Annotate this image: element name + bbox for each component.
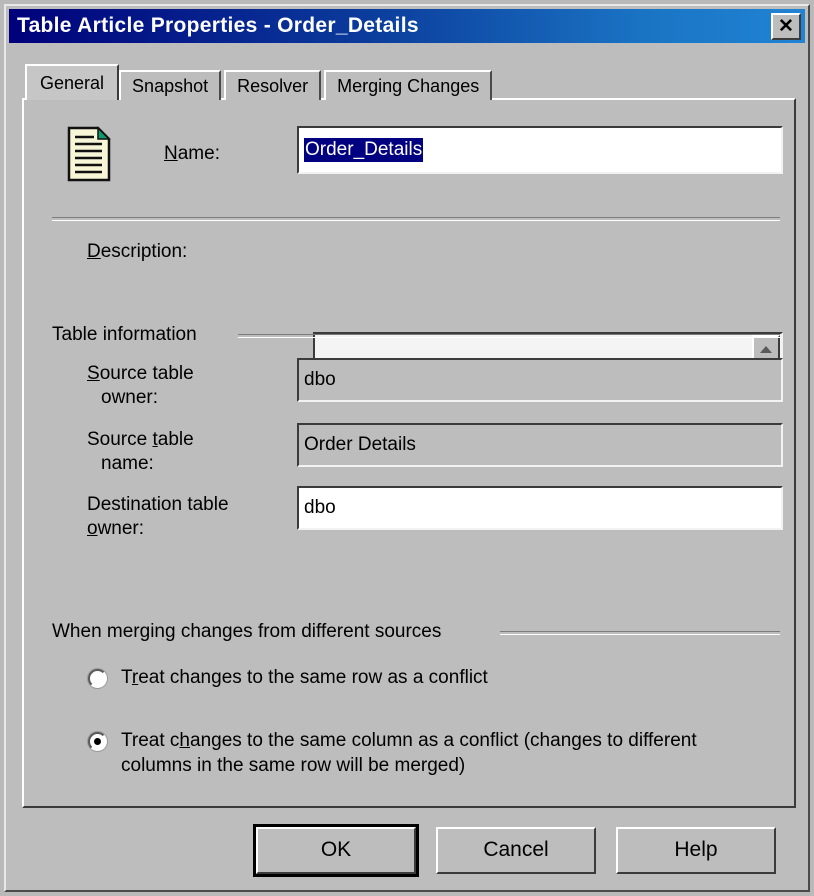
- help-button-label: Help: [674, 838, 718, 861]
- window-title: Table Article Properties - Order_Details: [17, 14, 419, 37]
- scroll-up-triangle: [760, 345, 772, 353]
- destination-table-owner-label-line2: wner:: [97, 517, 145, 539]
- radio-2-accesskey: h: [179, 730, 190, 751]
- radio-same-column-conflict-mark[interactable]: [88, 732, 107, 751]
- description-label-suffix: escription:: [100, 241, 188, 262]
- dialog-button-bar: OK Cancel Help: [6, 820, 812, 880]
- merge-group-title: When merging changes from different sour…: [52, 621, 450, 643]
- name-input-value: Order_Details: [304, 138, 424, 162]
- ok-button-label: OK: [320, 838, 352, 861]
- name-label: Name:: [164, 142, 220, 166]
- tab-snapshot[interactable]: Snapshot: [119, 70, 222, 100]
- destination-table-owner-value: dbo: [304, 497, 336, 518]
- name-separator: [52, 217, 780, 221]
- table-information-group-title: Table information: [52, 324, 205, 346]
- radio-1-pre: T: [121, 667, 132, 688]
- help-button[interactable]: Help: [616, 826, 776, 874]
- radio-same-column-conflict-label: Treat changes to the same column as a co…: [121, 728, 697, 778]
- radio-2-pre: Treat c: [121, 730, 180, 751]
- source-table-name-label: Source table name:: [87, 428, 194, 476]
- tab-strip: General Snapshot Resolver Merging Change…: [25, 64, 495, 100]
- source-table-name-value: Order Details: [304, 434, 416, 455]
- general-tab-panel: Name: Order_Details Description: Table i…: [22, 98, 796, 808]
- cancel-button[interactable]: Cancel: [436, 826, 596, 874]
- radio-1-post: eat changes to the same row as a conflic…: [138, 667, 488, 688]
- cancel-button-label: Cancel: [483, 838, 549, 861]
- tab-snapshot-label: Snapshot: [132, 75, 209, 96]
- source-table-name-label-pre: Source: [87, 429, 153, 450]
- name-label-suffix: ame:: [177, 143, 220, 164]
- tab-merging-changes-label: Merging Changes: [337, 75, 480, 96]
- source-table-name-label-post: able: [157, 429, 194, 450]
- destination-table-owner-label-accesskey: o: [87, 517, 98, 539]
- table-information-group-line: [238, 334, 780, 338]
- tab-resolver[interactable]: Resolver: [224, 70, 322, 100]
- tab-general[interactable]: General: [25, 64, 120, 100]
- source-table-name-field: Order Details: [297, 423, 783, 467]
- name-label-accesskey: N: [164, 143, 178, 164]
- destination-table-owner-label-pre: Destination table: [87, 494, 229, 515]
- close-icon[interactable]: ✕: [771, 12, 801, 40]
- source-table-name-label-line2: name:: [101, 452, 154, 474]
- tab-merging-changes[interactable]: Merging Changes: [324, 70, 493, 100]
- ok-button[interactable]: OK: [253, 823, 419, 877]
- radio-2-line2: columns in the same row will be merged): [121, 755, 466, 777]
- destination-table-owner-input[interactable]: dbo: [297, 486, 783, 530]
- merge-group-line: [500, 631, 780, 635]
- description-label: Description:: [87, 240, 187, 264]
- source-table-owner-label-line2: owner:: [101, 386, 159, 408]
- tab-resolver-label: Resolver: [237, 75, 309, 96]
- title-bar: Table Article Properties - Order_Details…: [9, 9, 805, 43]
- source-table-owner-label: Source table owner:: [87, 362, 194, 410]
- destination-table-owner-label: Destination table owner:: [87, 493, 229, 541]
- radio-row-same-row-conflict[interactable]: Treat changes to the same row as a confl…: [88, 665, 778, 690]
- table-article-properties-dialog: Table Article Properties - Order_Details…: [4, 4, 810, 892]
- radio-row-same-column-conflict[interactable]: Treat changes to the same column as a co…: [88, 728, 788, 778]
- radio-2-post: anges to the same column as a conflict (…: [190, 730, 697, 751]
- document-article-icon: [67, 126, 111, 182]
- description-label-accesskey: D: [87, 241, 101, 262]
- name-input[interactable]: Order_Details: [297, 126, 783, 174]
- radio-same-row-conflict-label: Treat changes to the same row as a confl…: [121, 665, 488, 690]
- source-table-owner-field: dbo: [297, 358, 783, 402]
- source-table-owner-value: dbo: [304, 369, 336, 390]
- source-table-owner-label-accesskey: S: [87, 363, 100, 384]
- source-table-owner-label-post: ource table: [99, 363, 194, 384]
- radio-same-row-conflict-mark[interactable]: [88, 669, 107, 688]
- tab-general-label: General: [40, 72, 105, 93]
